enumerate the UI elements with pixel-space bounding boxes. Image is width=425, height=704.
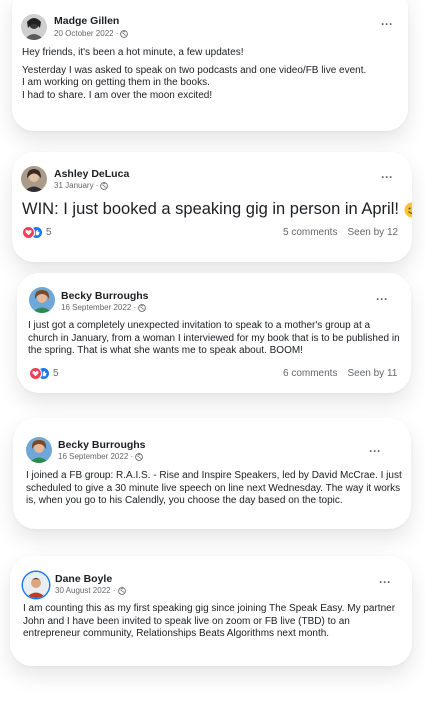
post-date-text: 31 January · xyxy=(54,181,99,190)
author-name[interactable]: Becky Burroughs xyxy=(58,439,146,451)
smiley-emoji-icon xyxy=(404,202,412,217)
post-body: Hey friends, it's been a hot minute, a f… xyxy=(22,47,400,107)
post-card: Becky Burroughs 16 September 2022 · ··· … xyxy=(17,273,411,393)
more-options-button[interactable]: ··· xyxy=(369,445,381,457)
post-date[interactable]: 31 January · xyxy=(54,181,109,190)
post-date-text: 30 August 2022 · xyxy=(55,586,116,595)
author-name[interactable]: Madge Gillen xyxy=(54,15,119,27)
author-name[interactable]: Dane Boyle xyxy=(55,573,112,585)
post-paragraph: I am counting this as my first speaking … xyxy=(23,603,396,639)
reaction-count: 5 xyxy=(53,367,59,379)
globe-icon xyxy=(117,586,126,595)
post-card: Becky Burroughs 16 September 2022 · ··· … xyxy=(13,418,411,529)
post-date-text: 16 September 2022 · xyxy=(58,452,134,461)
post-date[interactable]: 20 October 2022 · xyxy=(54,29,129,38)
comments-link[interactable]: 6 comments xyxy=(283,368,337,379)
seen-by-link[interactable]: Seen by 11 xyxy=(347,368,397,379)
avatar[interactable] xyxy=(29,287,55,313)
post-card: Ashley DeLuca 31 January · ··· WIN: I ju… xyxy=(12,152,412,262)
reactions-summary[interactable]: 5 xyxy=(22,226,52,239)
post-date[interactable]: 16 September 2022 · xyxy=(61,303,147,312)
globe-icon xyxy=(135,452,144,461)
avatar[interactable] xyxy=(21,14,47,40)
comments-link[interactable]: 5 comments xyxy=(283,227,337,238)
post-body: I joined a FB group: R.A.I.S. - Rise and… xyxy=(26,470,404,511)
post-card: Dane Boyle 30 August 2022 · ··· I am cou… xyxy=(10,556,412,666)
post-stats: 6 comments Seen by 11 xyxy=(283,368,397,379)
avatar[interactable] xyxy=(21,166,47,192)
author-name[interactable]: Becky Burroughs xyxy=(61,290,149,302)
author-name[interactable]: Ashley DeLuca xyxy=(54,168,129,180)
post-paragraph: I just got a completely unexpected invit… xyxy=(28,320,400,356)
post-date-text: 16 September 2022 · xyxy=(61,303,137,312)
globe-icon xyxy=(120,29,129,38)
more-options-button[interactable]: ··· xyxy=(379,576,391,588)
reaction-icons xyxy=(22,226,43,239)
globe-icon xyxy=(100,181,109,190)
reaction-icons xyxy=(29,367,50,380)
more-options-button[interactable]: ··· xyxy=(381,171,393,183)
globe-icon xyxy=(138,303,147,312)
post-date-text: 20 October 2022 · xyxy=(54,29,119,38)
avatar[interactable] xyxy=(23,572,49,598)
avatar[interactable] xyxy=(26,437,52,463)
post-headline: WIN: I just booked a speaking gig in per… xyxy=(22,200,412,219)
post-paragraph: I joined a FB group: R.A.I.S. - Rise and… xyxy=(26,470,402,506)
post-headline-text: WIN: I just booked a speaking gig in per… xyxy=(22,200,399,218)
post-date[interactable]: 16 September 2022 · xyxy=(58,452,144,461)
reactions-summary[interactable]: 5 xyxy=(29,367,59,380)
reaction-count: 5 xyxy=(46,226,52,238)
post-stats: 5 comments Seen by 12 xyxy=(283,227,398,238)
post-paragraph: Hey friends, it's been a hot minute, a f… xyxy=(22,47,244,58)
post-body: I just got a completely unexpected invit… xyxy=(28,320,402,363)
post-date[interactable]: 30 August 2022 · xyxy=(55,586,126,595)
post-card: Madge Gillen 20 October 2022 · ··· Hey f… xyxy=(12,0,408,131)
seen-by-link[interactable]: Seen by 12 xyxy=(347,227,398,238)
more-options-button[interactable]: ··· xyxy=(376,293,388,305)
post-paragraph: Yesterday I was asked to speak on two po… xyxy=(22,64,367,101)
post-body: I am counting this as my first speaking … xyxy=(23,603,403,646)
heart-reaction-icon xyxy=(29,367,42,380)
more-options-button[interactable]: ··· xyxy=(381,18,393,30)
heart-reaction-icon xyxy=(22,226,35,239)
